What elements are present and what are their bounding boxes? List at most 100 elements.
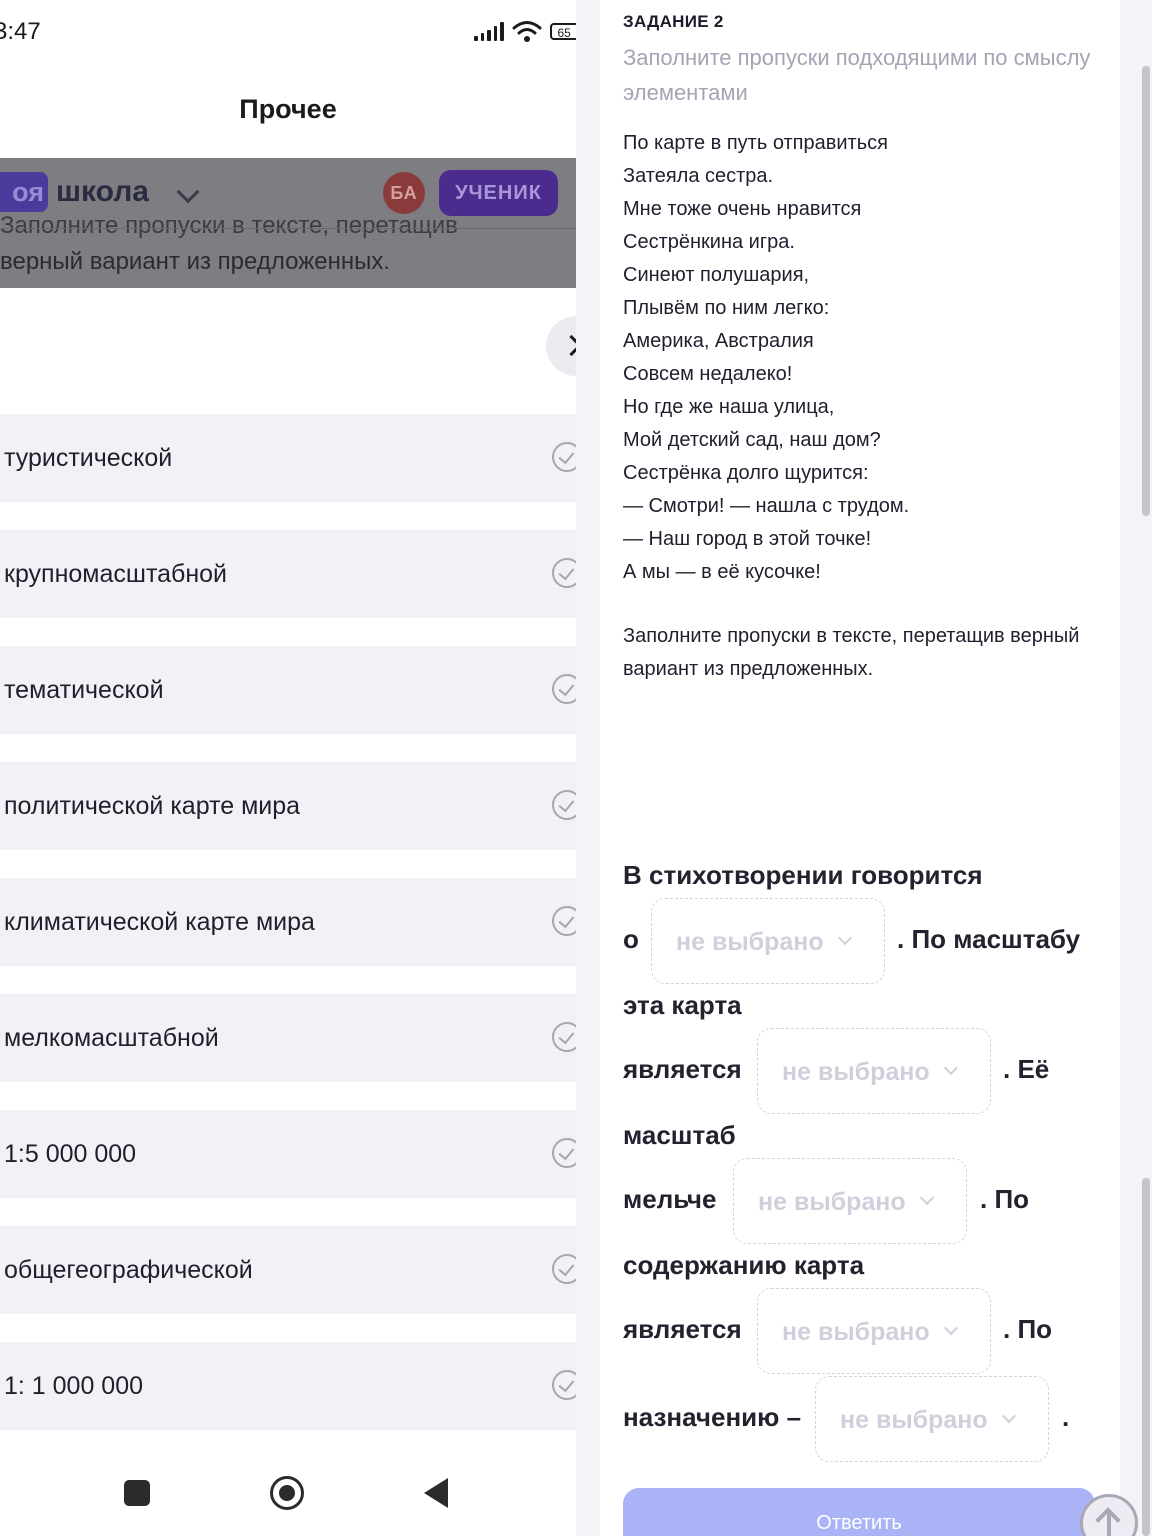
- blank-dropdown-1[interactable]: не выбрано: [651, 898, 885, 984]
- question-text: .: [1062, 1402, 1070, 1432]
- option-label: общегеографической: [4, 1256, 253, 1284]
- option-label: 1: 1 000 000: [4, 1372, 144, 1400]
- status-bar: 3:47 65: [0, 0, 576, 64]
- dropdown-placeholder: не выбрано: [676, 928, 824, 956]
- poem-line: Плывём по ним легко:: [623, 297, 830, 319]
- poem-line: — Смотри! — нашла с трудом.: [623, 495, 910, 517]
- status-time: 3:47: [0, 18, 41, 45]
- logo-text[interactable]: школа: [56, 172, 149, 212]
- dropdown-placeholder: не выбрано: [840, 1406, 988, 1434]
- chevron-down-icon: [1001, 1408, 1017, 1424]
- blank-dropdown-3[interactable]: не выбрано: [733, 1158, 967, 1244]
- question-text: является: [623, 1314, 742, 1344]
- role-badge[interactable]: УЧЕНИК: [439, 170, 558, 216]
- check-circle-icon: [552, 790, 576, 820]
- scrollbar-thumb[interactable]: [1142, 66, 1150, 516]
- question-text: . Её: [1003, 1054, 1050, 1084]
- blank-dropdown-4[interactable]: не выбрано: [757, 1288, 991, 1374]
- chevron-right-icon: [560, 334, 576, 357]
- task-card: ЗАДАНИЕ 2 Заполните пропуски подходящими…: [600, 0, 1120, 1536]
- option-label: политической карте мира: [4, 792, 301, 820]
- poem-line: Мой детский сад, наш дом?: [623, 429, 881, 451]
- poem-line: Сестрёнка долго щурится:: [623, 462, 869, 484]
- battery-icon: 65: [549, 22, 576, 40]
- status-icons: 65: [474, 20, 576, 42]
- answer-option[interactable]: общегеографической: [0, 1226, 576, 1314]
- next-button[interactable]: [546, 316, 576, 376]
- poem-line: Совсем недалеко!: [623, 363, 793, 385]
- answer-options-list: туристической крупномасштабной тематичес…: [0, 414, 576, 1458]
- recent-apps-icon[interactable]: [124, 1480, 150, 1506]
- check-circle-icon: [552, 906, 576, 936]
- page-title: Прочее: [239, 94, 337, 124]
- check-circle-icon: [552, 558, 576, 588]
- poem-line: Мне тоже очень нравится: [623, 198, 862, 220]
- blank-dropdown-2[interactable]: не выбрано: [757, 1028, 991, 1114]
- dropdown-placeholder: не выбрано: [782, 1058, 930, 1086]
- answer-option[interactable]: климатической карте мира: [0, 878, 576, 966]
- avatar[interactable]: БА: [383, 172, 425, 214]
- submit-button[interactable]: Ответить: [623, 1488, 1095, 1536]
- chevron-down-icon: [943, 1320, 959, 1336]
- question-text: . По масштабу: [897, 924, 1081, 954]
- question-text: эта карта: [623, 990, 742, 1020]
- android-nav-bar: [0, 1440, 576, 1536]
- app-header: оя школа БА УЧЕНИК: [0, 158, 576, 229]
- option-label: туристической: [4, 444, 173, 472]
- option-label: климатической карте мира: [4, 908, 315, 936]
- poem-line: Синеют полушария,: [623, 264, 810, 286]
- question-text: назначению –: [623, 1402, 802, 1432]
- chevron-down-icon: [919, 1190, 935, 1206]
- poem-line: А мы — в её кусочке!: [623, 561, 821, 583]
- home-icon[interactable]: [270, 1476, 304, 1510]
- option-label: мелкомасштабной: [4, 1024, 219, 1052]
- question-text: В стихотворении говорится: [623, 860, 983, 890]
- logo-badge[interactable]: оя: [0, 172, 48, 212]
- option-label: крупномасштабной: [4, 560, 228, 588]
- question-text: содержанию карта: [623, 1250, 865, 1280]
- poem-line: По карте в путь отправиться: [623, 132, 888, 154]
- poem-line: Но где же наша улица,: [623, 396, 835, 418]
- option-label: 1:5 000 000: [4, 1140, 137, 1168]
- question-text: . По: [980, 1184, 1030, 1214]
- question-text: о: [623, 924, 639, 954]
- answer-option[interactable]: туристической: [0, 414, 576, 502]
- left-pane: 3:47 65 Прочее Заполните пропуски в текс…: [0, 0, 576, 1536]
- check-circle-icon: [552, 674, 576, 704]
- dimmed-header-area: Заполните пропуски в тексте, перетащив о…: [0, 158, 576, 288]
- answer-option[interactable]: 1: 1 000 000: [0, 1342, 576, 1430]
- answer-option[interactable]: мелкомасштабной: [0, 994, 576, 1082]
- question-text: мельче: [623, 1184, 717, 1214]
- poem-line: Затеяла сестра.: [623, 165, 774, 187]
- dropdown-placeholder: не выбрано: [782, 1318, 930, 1346]
- poem-text: По карте в путь отправиться Затеяла сест…: [623, 127, 909, 589]
- chevron-down-icon[interactable]: [176, 180, 200, 204]
- check-circle-icon: [552, 442, 576, 472]
- chevron-down-icon: [943, 1060, 959, 1076]
- answer-option[interactable]: политической карте мира: [0, 762, 576, 850]
- check-circle-icon: [552, 1254, 576, 1284]
- task-text-line-2: верный вариант из предложенных.: [0, 248, 391, 275]
- option-label: тематической: [4, 676, 164, 704]
- answer-option[interactable]: крупномасштабной: [0, 530, 576, 618]
- answer-option[interactable]: тематической: [0, 646, 576, 734]
- chevron-down-icon: [837, 930, 853, 946]
- signal-icon: [474, 21, 504, 41]
- check-circle-icon: [552, 1138, 576, 1168]
- blank-dropdown-5[interactable]: не выбрано: [815, 1376, 1049, 1462]
- question-text: масштаб: [623, 1120, 736, 1150]
- answer-option[interactable]: 1:5 000 000: [0, 1110, 576, 1198]
- poem-line: Америка, Австралия: [623, 330, 814, 352]
- task-description: Заполните пропуски подходящими по смыслу…: [623, 45, 1091, 105]
- scrollbar-thumb-lower[interactable]: [1142, 1178, 1150, 1536]
- task-heading: ЗАДАНИЕ 2: [623, 12, 724, 31]
- back-icon[interactable]: [424, 1478, 448, 1508]
- check-circle-icon: [552, 1370, 576, 1400]
- poem-line: Сестрёнкина игра.: [623, 231, 795, 253]
- wifi-icon: [512, 21, 541, 42]
- instruction-text: Заполните пропуски в тексте, перетащив в…: [623, 625, 1080, 680]
- dropdown-placeholder: не выбрано: [758, 1188, 906, 1216]
- question-text: . По: [1003, 1314, 1053, 1344]
- right-pane: ЗАДАНИЕ 2 Заполните пропуски подходящими…: [576, 0, 1152, 1536]
- poem-line: — Наш город в этой точке!: [623, 528, 872, 550]
